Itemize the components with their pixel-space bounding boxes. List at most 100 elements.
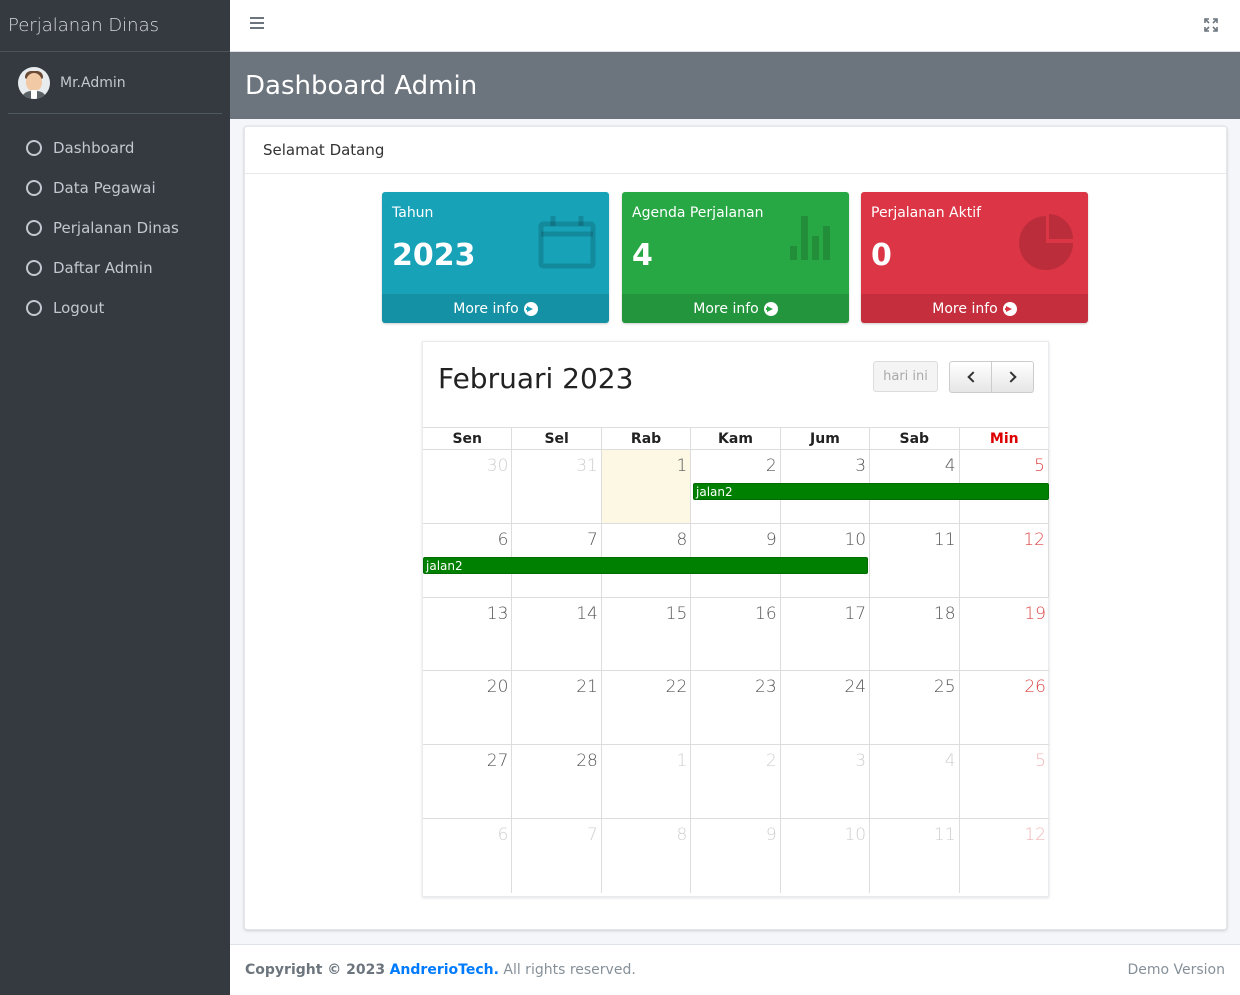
circle-icon (26, 140, 42, 156)
sidebar-nav: Dashboard Data Pegawai Perjalanan Dinas … (0, 114, 230, 328)
calendar-day[interactable]: 6 (423, 818, 513, 893)
calendar-day[interactable]: 15 (602, 597, 692, 671)
calendar-day[interactable]: 12 (960, 523, 1049, 597)
calendar-day[interactable]: 24 (781, 671, 871, 745)
day-of-week: Min (989, 431, 1019, 447)
next-month-button[interactable] (991, 361, 1034, 393)
calendar-day[interactable]: 9 (691, 818, 781, 893)
sidebar-item-dashboard[interactable]: Dashboard (0, 128, 230, 168)
calendar-event[interactable]: jalan2 (423, 556, 868, 574)
calendar-day[interactable]: 21 (512, 671, 602, 745)
stat-label: Perjalanan Aktif (871, 205, 982, 221)
calendar-day[interactable]: 11 (870, 818, 960, 893)
calendar-day[interactable]: 3 (781, 745, 871, 818)
calendar-week: 20 21 22 23 24 25 26 (423, 671, 1049, 746)
day-of-week: Sel (512, 428, 602, 449)
pie-chart-icon (1019, 214, 1073, 270)
chevron-left-icon (966, 371, 979, 383)
calendar-day[interactable]: 22 (602, 671, 692, 745)
calendar-day[interactable]: 31 (512, 450, 602, 523)
calendar-day[interactable]: 30 (423, 450, 513, 523)
prev-month-button[interactable] (949, 361, 992, 393)
sidebar-item-label: Logout (53, 299, 105, 317)
sidebar-item-data-pegawai[interactable]: Data Pegawai (0, 168, 230, 208)
sidebar-item-perjalanan-dinas[interactable]: Perjalanan Dinas (0, 208, 230, 248)
chevron-right-icon (1004, 371, 1017, 383)
sidebar-item-label: Data Pegawai (53, 179, 156, 197)
calendar-day[interactable]: 23 (691, 671, 781, 745)
stat-value: 2023 (392, 238, 476, 273)
stat-label: Agenda Perjalanan (632, 205, 764, 221)
calendar-day-today[interactable]: 1 (601, 450, 692, 523)
day-of-week: Sab (870, 428, 960, 449)
calendar-day[interactable]: 14 (512, 597, 602, 671)
company-link[interactable]: AndrerioTech. (390, 962, 499, 978)
more-info-link[interactable]: More info (861, 294, 1088, 323)
more-info-link[interactable]: More info (622, 294, 849, 323)
calendar-day[interactable]: 19 (960, 598, 1049, 671)
user-name[interactable]: Mr.Admin (60, 75, 126, 91)
copyright-text: Copyright © 2023 AndrerioTech. All right… (245, 962, 636, 978)
circle-icon (26, 260, 42, 276)
calendar-week: 13 14 15 16 17 18 19 (423, 597, 1049, 672)
day-of-week: Rab (602, 428, 692, 449)
circle-icon (26, 220, 42, 236)
calendar-day[interactable]: 27 (423, 745, 513, 818)
calendar-day[interactable]: 5 (960, 745, 1049, 818)
calendar-day[interactable]: 20 (423, 671, 513, 745)
calendar-day[interactable]: 16 (691, 597, 781, 671)
stat-box-agenda: Agenda Perjalanan 4 More info (622, 192, 849, 323)
calendar-day[interactable]: 11 (870, 523, 960, 597)
calendar-day[interactable]: 10 (781, 818, 871, 893)
calendar-day[interactable]: 17 (781, 597, 871, 671)
calendar-day[interactable]: 8 (602, 818, 692, 893)
calendar-grid: Sen Sel Rab Kam Jum Sab Min 30 31 1 2 3 … (423, 427, 1049, 893)
stat-value: 4 (632, 238, 653, 273)
arrow-circle-right-icon (523, 301, 538, 316)
card-title: Selamat Datang (245, 127, 1226, 174)
avatar (18, 66, 50, 99)
days-of-week-header: Sen Sel Rab Kam Jum Sab Min (423, 427, 1049, 450)
calendar-icon (538, 216, 596, 269)
calendar-week: 6 7 8 9 10 11 12 (423, 818, 1049, 893)
page-title: Dashboard Admin (245, 70, 478, 101)
calendar-title: Februari 2023 (438, 362, 634, 395)
day-of-week: Jum (781, 428, 871, 449)
top-navbar (230, 0, 1240, 52)
more-info-link[interactable]: More info (382, 294, 609, 323)
sidebar-item-logout[interactable]: Logout (0, 288, 230, 328)
version-text: Demo Version (1127, 962, 1225, 978)
calendar-week: 6 7 8 9 10 11 12 jalan2 (423, 523, 1049, 598)
calendar-day[interactable]: 28 (512, 745, 602, 818)
calendar-event[interactable]: jalan2 (693, 483, 1049, 500)
menu-toggle-icon[interactable] (250, 17, 264, 31)
calendar-day[interactable]: 4 (870, 745, 960, 818)
calendar-day[interactable]: 18 (870, 597, 960, 671)
calendar-day[interactable]: 2 (691, 745, 781, 818)
day-of-week: Kam (691, 428, 781, 449)
circle-icon (26, 300, 42, 316)
calendar-day[interactable]: 7 (512, 818, 602, 893)
sidebar-item-label: Perjalanan Dinas (53, 219, 179, 237)
welcome-card: Selamat Datang Tahun 2023 More info Agen… (244, 126, 1227, 930)
calendar-day[interactable]: 13 (423, 597, 513, 671)
arrow-circle-right-icon (1002, 301, 1017, 316)
calendar-week: 30 31 1 2 3 4 5 jalan2 (423, 450, 1049, 524)
page-footer: Copyright © 2023 AndrerioTech. All right… (230, 944, 1240, 995)
sidebar-item-label: Daftar Admin (53, 259, 153, 277)
brand-link[interactable]: Perjalanan Dinas (0, 0, 230, 52)
calendar-day[interactable]: 25 (870, 671, 960, 745)
today-button[interactable]: hari ini (873, 361, 938, 392)
user-panel[interactable]: Mr.Admin (8, 52, 222, 114)
sidebar-item-daftar-admin[interactable]: Daftar Admin (0, 248, 230, 288)
arrow-circle-right-icon (763, 301, 778, 316)
circle-icon (26, 180, 42, 196)
sidebar: Perjalanan Dinas Mr.Admin Dashboard Data… (0, 0, 230, 995)
calendar-day[interactable]: 26 (960, 671, 1049, 744)
calendar: Februari 2023 hari ini Sen Sel Rab Kam J… (422, 341, 1049, 897)
calendar-day[interactable]: 1 (602, 745, 692, 818)
stat-label: Tahun (392, 205, 434, 221)
sidebar-item-label: Dashboard (53, 139, 135, 157)
fullscreen-icon[interactable] (1204, 18, 1218, 32)
calendar-day[interactable]: 12 (960, 819, 1049, 893)
